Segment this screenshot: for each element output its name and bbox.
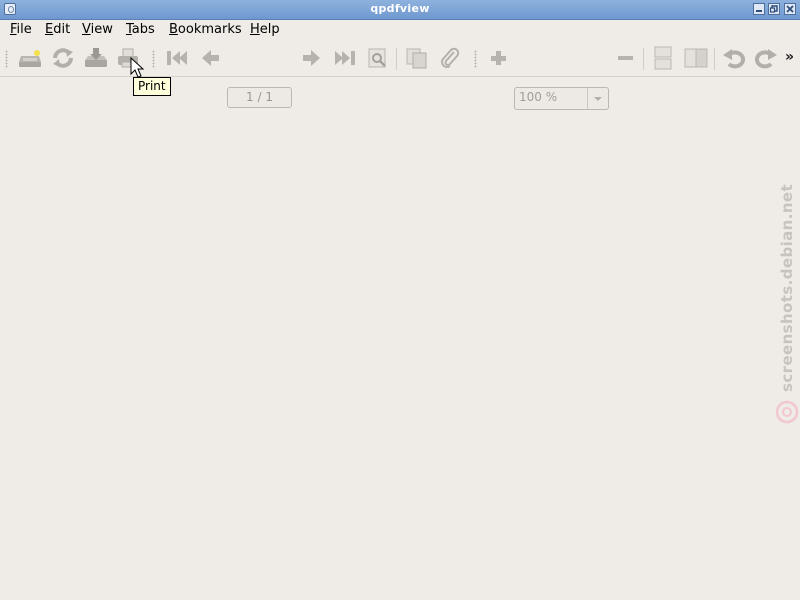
toolbar-overflow-button[interactable]: »	[785, 49, 794, 65]
toolbar-separator	[643, 48, 644, 70]
save-button[interactable]	[82, 46, 108, 70]
continuous-mode-button[interactable]	[649, 46, 675, 70]
rotate-left-button[interactable]	[720, 46, 746, 70]
two-pages-button[interactable]	[682, 46, 708, 70]
menu-bar: File Edit View Tabs Bookmarks Help	[0, 20, 800, 40]
toolbar-grip[interactable]	[152, 50, 155, 68]
toolbar-separator	[396, 48, 397, 70]
mouse-cursor-icon	[130, 56, 145, 83]
close-button[interactable]	[784, 3, 796, 15]
zoom-in-button[interactable]	[485, 46, 511, 70]
toolbar-grip[interactable]	[474, 50, 477, 68]
page-number-field[interactable]: 1 / 1	[227, 87, 292, 108]
minimize-button[interactable]	[753, 3, 765, 15]
toolbar-separator	[714, 48, 715, 70]
menu-tabs[interactable]: Tabs	[126, 21, 155, 39]
main-toolbar: 1 / 1 100 %	[0, 40, 800, 110]
rotate-right-button[interactable]	[752, 46, 778, 70]
menu-edit[interactable]: Edit	[45, 21, 70, 39]
toolbar-grip[interactable]	[5, 50, 8, 68]
menu-bookmarks[interactable]: Bookmarks	[169, 21, 242, 39]
previous-page-button[interactable]	[197, 46, 223, 70]
maximize-button[interactable]	[768, 3, 780, 15]
zoom-combobox[interactable]: 100 %	[514, 87, 609, 110]
window-title: qpdfview	[370, 2, 430, 15]
chevron-down-icon[interactable]	[587, 88, 608, 109]
refresh-button[interactable]	[49, 46, 75, 70]
zoom-out-button[interactable]	[612, 46, 638, 70]
last-page-button[interactable]	[331, 46, 357, 70]
copy-button[interactable]	[403, 46, 429, 70]
debian-swirl-icon	[775, 400, 799, 428]
menu-help[interactable]: Help	[250, 21, 280, 39]
open-button[interactable]	[16, 46, 42, 70]
search-button[interactable]	[364, 46, 390, 70]
first-page-button[interactable]	[163, 46, 189, 70]
watermark-text: screenshots.debian.net	[778, 183, 796, 392]
zoom-value: 100 %	[519, 90, 558, 104]
attachment-button[interactable]	[436, 46, 462, 70]
title-bar: qpdfview	[0, 0, 800, 20]
menu-view[interactable]: View	[82, 21, 113, 39]
menu-file[interactable]: File	[10, 21, 32, 39]
next-page-button[interactable]	[297, 46, 323, 70]
